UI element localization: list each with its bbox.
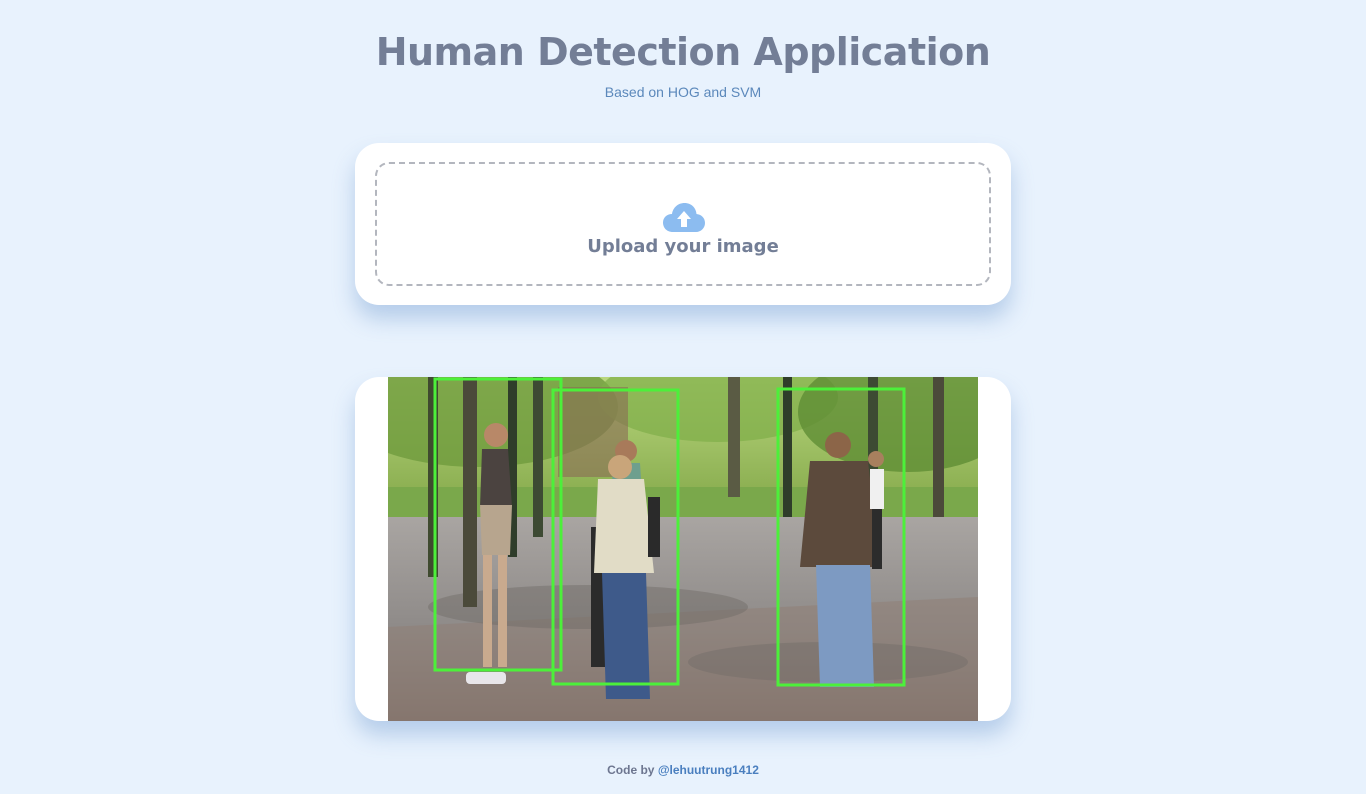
- upload-card: Upload your image: [355, 143, 1011, 305]
- cloud-upload-icon: [663, 203, 705, 232]
- detection-result-image: [388, 377, 978, 721]
- result-card: [355, 377, 1011, 721]
- page-header: Human Detection Application Based on HOG…: [0, 28, 1366, 100]
- upload-label: Upload your image: [587, 236, 779, 257]
- upload-dropzone[interactable]: Upload your image: [375, 162, 991, 286]
- page-subtitle: Based on HOG and SVM: [604, 84, 762, 100]
- page-title: Human Detection Application: [375, 30, 991, 74]
- footer-prefix: Code by: [607, 763, 655, 777]
- author-link[interactable]: @lehuutrung1412: [658, 763, 759, 777]
- footer: Code by @lehuutrung1412: [0, 762, 1366, 778]
